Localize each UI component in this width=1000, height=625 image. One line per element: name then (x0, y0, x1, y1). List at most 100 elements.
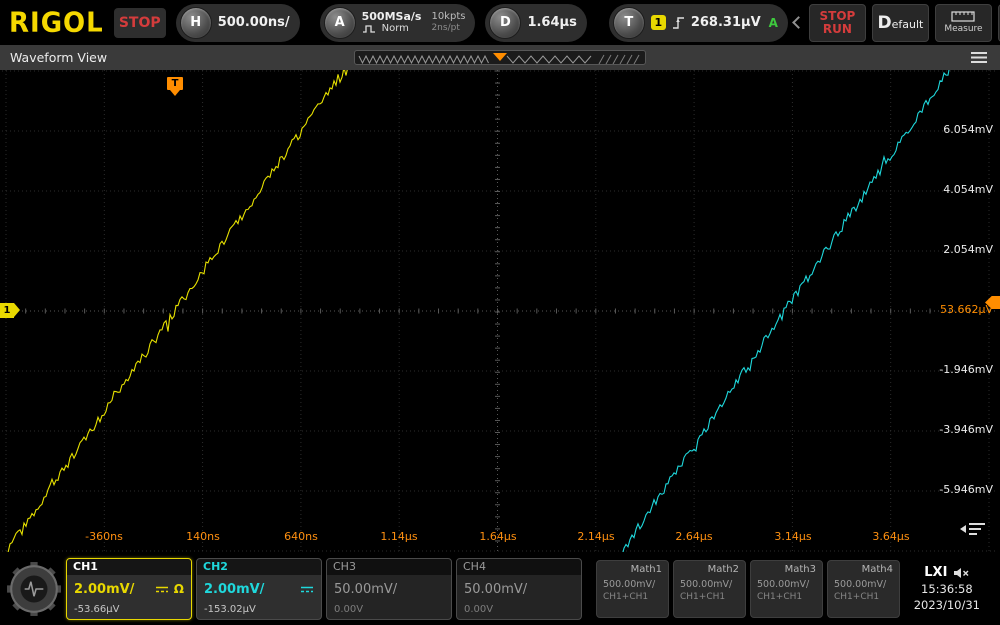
trigger-position-marker[interactable]: T (167, 77, 183, 90)
time-axis-label: 2.64µs (675, 530, 712, 543)
dc-coupling-icon (155, 585, 169, 594)
rigol-gear-logo[interactable] (6, 561, 62, 617)
horizontal-timebase-button[interactable]: H 500.00ns/ (176, 4, 300, 42)
timebase-value: 500.00ns/ (218, 15, 290, 30)
pulse-wave-icon (362, 24, 378, 34)
channel-offset: 0.00V (327, 604, 451, 619)
math-scale: 500.00mV/ (834, 579, 893, 590)
waveform-view-bar: Waveform View (0, 45, 1000, 70)
math-name: Math4 (834, 564, 893, 575)
voltage-axis-label: 53.662µV (940, 303, 993, 316)
time-axis-label: 140ns (186, 530, 220, 543)
graticule-svg (0, 70, 1000, 552)
trigger-level-value: 268.31µV (691, 15, 761, 30)
channel-scale: 2.00mV/ (204, 582, 264, 597)
d-knob-icon[interactable]: D (489, 7, 521, 39)
channel-scale: 2.00mV/ (74, 582, 134, 597)
lxi-label: LXI (924, 565, 947, 580)
math-expression: CH1+CH1 (834, 592, 893, 602)
sample-rate-value: 500MSa/s (362, 10, 422, 23)
channel-box-ch2[interactable]: CH2 2.00mV/ -153.02µV (196, 558, 322, 620)
menu-icon[interactable] (970, 51, 988, 64)
delay-button[interactable]: D 1.64µs (485, 4, 586, 42)
channel-box-ch4[interactable]: CH4 50.00mV/ 0.00V (456, 558, 582, 620)
h-knob-icon[interactable]: H (180, 7, 212, 39)
run-label: RUN (820, 23, 856, 36)
system-status: LXI 15:36:58 2023/10/31 (914, 565, 994, 612)
rising-edge-icon (672, 15, 685, 30)
math-name: Math3 (757, 564, 816, 575)
time-axis-label: 2.14µs (577, 530, 614, 543)
channel1-offset-marker[interactable]: 1 (0, 303, 14, 318)
default-label: Default (878, 13, 924, 33)
speaker-muted-icon[interactable] (953, 567, 969, 579)
math1-box[interactable]: Math1 500.00mV/ CH1+CH1 (596, 560, 669, 618)
measure-label: Measure (944, 24, 982, 34)
time-axis-label: 3.64µs (872, 530, 909, 543)
acquire-mode-value: Norm (382, 23, 409, 35)
math4-box[interactable]: Math4 500.00mV/ CH1+CH1 (827, 560, 900, 618)
menu-collapse-icon[interactable] (960, 520, 986, 538)
impedance-icon: Ω (174, 582, 184, 596)
delay-value: 1.64µs (527, 15, 576, 30)
math-expression: CH1+CH1 (757, 592, 816, 602)
stop-run-button[interactable]: STOP RUN (809, 4, 866, 42)
math-name: Math1 (603, 564, 662, 575)
trigger-source-badge: 1 (651, 15, 666, 30)
time-axis-label: 1.14µs (380, 530, 417, 543)
clock-time: 15:36:58 (914, 582, 980, 596)
acquisition-status-badge: STOP (114, 8, 166, 38)
channel-box-ch3[interactable]: CH3 50.00mV/ 0.00V (326, 558, 452, 620)
stop-label: STOP (820, 10, 856, 23)
voltage-axis-label: 4.054mV (943, 183, 993, 196)
measure-button[interactable]: Measure (935, 4, 992, 42)
trigger-sweep-badge: A (769, 16, 778, 30)
chevron-left-icon[interactable] (792, 16, 805, 29)
channel-box-ch1[interactable]: CH1 2.00mV/ Ω -53.66µV (66, 558, 192, 620)
channel-scale: 50.00mV/ (334, 582, 397, 597)
overview-pattern (355, 53, 645, 65)
time-axis-label: 3.14µs (774, 530, 811, 543)
view-title: Waveform View (10, 50, 107, 65)
channel-name: CH1 (67, 559, 191, 575)
channel-offset: -53.66µV (67, 604, 191, 619)
math2-box[interactable]: Math2 500.00mV/ CH1+CH1 (673, 560, 746, 618)
waveform-overview-strip[interactable] (354, 50, 646, 65)
channel-name: CH3 (327, 559, 451, 575)
default-button[interactable]: Default (872, 4, 929, 42)
ruler-icon (951, 11, 975, 22)
voltage-axis-label: 6.054mV (943, 123, 993, 136)
math-expression: CH1+CH1 (603, 592, 662, 602)
memory-depth-value: 10kpts (431, 11, 465, 24)
dc-coupling-icon (300, 585, 314, 594)
oscilloscope-screen: RIGOL STOP H 500.00ns/ A 500MSa/s Norm 1… (0, 0, 1000, 625)
acquisition-settings-button[interactable]: A 500MSa/s Norm 10kpts 2ns/pt (320, 4, 476, 42)
channel-name: CH4 (457, 559, 581, 575)
math-scale: 500.00mV/ (757, 579, 816, 590)
rigol-logo: RIGOL (9, 7, 104, 39)
t-knob-icon[interactable]: T (613, 7, 645, 39)
a-knob-icon[interactable]: A (324, 7, 356, 39)
math-scale: 500.00mV/ (603, 579, 662, 590)
channel-name: CH2 (197, 559, 321, 575)
time-axis-label: 640ns (284, 530, 318, 543)
voltage-axis-label: -5.946mV (939, 483, 993, 496)
time-axis-label: -360ns (85, 530, 123, 543)
trigger-settings-button[interactable]: T 1 268.31µV A (609, 4, 788, 42)
channel-scale: 50.00mV/ (464, 582, 527, 597)
voltage-axis-label: -1.946mV (939, 363, 993, 376)
channel-offset: -153.02µV (197, 604, 321, 619)
waveform-display[interactable]: T 1 6.054mV 4.054mV 2.054mV 53.662µV -1.946m… (0, 70, 1000, 552)
top-toolbar: RIGOL STOP H 500.00ns/ A 500MSa/s Norm 1… (0, 0, 1000, 45)
channel-offset: 0.00V (457, 604, 581, 619)
math-scale: 500.00mV/ (680, 579, 739, 590)
voltage-axis-label: 2.054mV (943, 243, 993, 256)
clock-date: 2023/10/31 (914, 598, 980, 612)
math-name: Math2 (680, 564, 739, 575)
time-axis-label: 1.64µs (479, 530, 516, 543)
bottom-status-bar: CH1 2.00mV/ Ω -53.66µV CH2 2.00mV/ -153.… (0, 552, 1000, 625)
math-expression: CH1+CH1 (680, 592, 739, 602)
voltage-axis-label: -3.946mV (939, 423, 993, 436)
resolution-value: 2ns/pt (431, 23, 465, 34)
math3-box[interactable]: Math3 500.00mV/ CH1+CH1 (750, 560, 823, 618)
